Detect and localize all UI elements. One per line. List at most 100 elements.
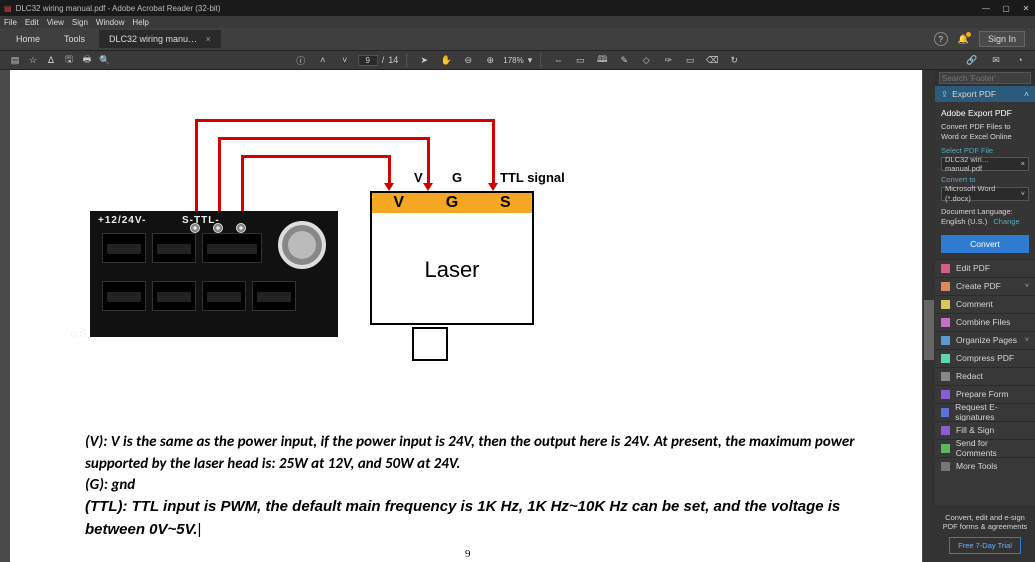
free-trial-button[interactable]: Free 7-Day Trial (949, 537, 1021, 554)
laser-port-box (412, 327, 448, 361)
page-sep: / (382, 55, 385, 65)
window-title: DLC32 wiring manual.pdf - Adobe Acrobat … (16, 4, 221, 13)
pdf-file-icon: ▤ (4, 4, 12, 13)
combine-files-icon (941, 318, 950, 327)
tool-prepare-form[interactable]: Prepare Form (935, 385, 1035, 403)
star-icon[interactable]: ☆ (26, 55, 40, 66)
silk-5v: G 5V (70, 323, 88, 337)
scrollbar-thumb[interactable] (924, 300, 934, 360)
menu-sign[interactable]: Sign (72, 18, 88, 27)
tool-compress[interactable]: Compress PDF (935, 349, 1035, 367)
share-link-icon[interactable]: 🔗 (965, 55, 979, 66)
titlebar: ▤ DLC32 wiring manual.pdf - Adobe Acroba… (0, 0, 1035, 16)
window-minimize-button[interactable]: — (981, 4, 991, 13)
tool-more[interactable]: More Tools (935, 457, 1035, 475)
page-down-arrow-icon[interactable]: ˅ (338, 55, 352, 65)
read-aloud-icon[interactable]: 🕮 (595, 52, 609, 68)
chevron-down-icon: ˅ (1021, 189, 1025, 199)
tool-create-pdf[interactable]: Create PDF˅ (935, 277, 1035, 295)
export-pdf-accordion-header[interactable]: ⇪ Export PDF ˄ (935, 86, 1035, 102)
selected-file-clear-icon[interactable]: × (1021, 159, 1025, 169)
tools-search-input[interactable] (939, 72, 1031, 84)
tool-organize[interactable]: Organize Pages˅ (935, 331, 1035, 349)
laser-label: Laser (372, 213, 532, 327)
attach-icon[interactable]: ↻ (727, 55, 741, 66)
tab-document[interactable]: DLC32 wiring manu… × (99, 30, 221, 48)
sign-icon[interactable]: ✑ (661, 55, 675, 66)
page-number-input[interactable]: 9 (358, 55, 378, 66)
fit-width-icon[interactable]: ⇔ (551, 55, 565, 65)
pin-v-label: V (372, 193, 425, 213)
window-close-button[interactable]: ✕ (1021, 4, 1031, 13)
share-icon[interactable]: ᐃ (44, 55, 58, 66)
print-icon[interactable]: 🖶 (80, 52, 94, 68)
chevron-up-icon: ˄ (1024, 89, 1029, 99)
tool-request-sign[interactable]: Request E-signatures (935, 403, 1035, 421)
tab-home[interactable]: Home (6, 30, 50, 48)
menu-window[interactable]: Window (96, 18, 124, 27)
fit-page-icon[interactable]: ▭ (573, 55, 587, 66)
account-icon[interactable]: ◔ (1013, 55, 1027, 66)
arrow-down-icon (423, 183, 433, 191)
silk-12-24v: +12/24V- (98, 215, 146, 226)
arrow-down-icon (384, 183, 394, 191)
menu-view[interactable]: View (47, 18, 64, 27)
export-pdf-icon: ⇪ (941, 89, 948, 100)
sign-in-button[interactable]: Sign In (979, 31, 1025, 47)
document-viewport[interactable]: V G TTL signal (0, 70, 935, 562)
annotate-icon[interactable]: ✎ (617, 55, 631, 66)
window-maximize-button[interactable]: ▢ (1001, 4, 1011, 13)
doc-paragraph-ttl: (TTL): TTL input is PWM, the default mai… (85, 496, 855, 542)
chevron-down-icon: ˅ (1025, 283, 1029, 290)
search-icon[interactable]: 🔍 (98, 55, 112, 66)
tool-redact[interactable]: Redact (935, 367, 1035, 385)
page-up-icon[interactable]: ⓘ (294, 54, 308, 67)
selected-file-box[interactable]: DLC32 wiri…manual.pdf × (941, 157, 1029, 171)
tool-edit-pdf[interactable]: Edit PDF (935, 259, 1035, 277)
doc-language-change-link[interactable]: Change (993, 217, 1019, 226)
bell-icon[interactable]: 🔔 (958, 34, 969, 45)
save-icon[interactable]: 🖫 (62, 52, 76, 68)
tab-close-button[interactable]: × (206, 34, 211, 44)
menu-edit[interactable]: Edit (25, 18, 39, 27)
comment-icon (941, 300, 950, 309)
tool-send-comments[interactable]: Send for Comments (935, 439, 1035, 457)
doc-paragraph-v: (V): V is the same as the power input, i… (85, 432, 855, 476)
help-hint-icon[interactable]: ? (934, 32, 948, 46)
vertical-scrollbar[interactable] (923, 70, 935, 562)
promo-text: Convert, edit and e-sign PDF forms & agr… (941, 513, 1029, 531)
zoom-caret-icon[interactable]: ▾ (528, 55, 533, 66)
sidebar-toggle-icon[interactable]: ▤ (8, 55, 22, 66)
highlight-icon[interactable]: ◇ (639, 55, 653, 66)
more-tools-icon (941, 462, 950, 471)
compress-pdf-icon (941, 354, 950, 363)
create-pdf-icon (941, 282, 950, 291)
tool-fill-sign[interactable]: Fill & Sign (935, 421, 1035, 439)
doc-language-value: English (U.S.) (941, 217, 987, 226)
toolbar: ▤ ☆ ᐃ 🖫 🖶 🔍 ⓘ ˄ ˅ 9 / 14 ➤ ✋ ⊖ ⊕ 178% ▾ … (0, 50, 1035, 70)
zoom-in-icon[interactable]: ⊕ (483, 55, 497, 66)
erase-icon[interactable]: ⌫ (705, 55, 719, 66)
tool-combine[interactable]: Combine Files (935, 313, 1035, 331)
page-up-arrow-icon[interactable]: ˄ (316, 55, 330, 65)
tool-comment[interactable]: Comment (935, 295, 1035, 313)
right-tools-panel: ⇪ Export PDF ˄ Adobe Export PDF Convert … (935, 70, 1035, 562)
select-tool-icon[interactable]: ➤ (417, 55, 431, 66)
stamp-icon[interactable]: ▭ (683, 55, 697, 66)
selected-file-name: DLC32 wiri…manual.pdf (945, 155, 1021, 175)
zoom-out-icon[interactable]: ⊖ (461, 55, 475, 66)
export-title: Adobe Export PDF (941, 108, 1029, 119)
hand-tool-icon[interactable]: ✋ (439, 55, 453, 66)
convert-to-select[interactable]: Microsoft Word (*.docx) ˅ (941, 187, 1029, 201)
convert-button[interactable]: Convert (941, 235, 1029, 253)
menu-help[interactable]: Help (132, 18, 148, 27)
email-icon[interactable]: ✉ (989, 55, 1003, 66)
organize-pages-icon (941, 336, 950, 345)
doc-paragraph-g: (G): gnd (85, 475, 135, 497)
zoom-value[interactable]: 178% (503, 56, 523, 65)
export-pdf-label: Export PDF (952, 89, 996, 99)
tab-tools[interactable]: Tools (54, 30, 95, 48)
toolbar-center: ⓘ ˄ ˅ 9 / 14 ➤ ✋ ⊖ ⊕ 178% ▾ ⇔ ▭ 🕮 ✎ ◇ ✑ … (292, 52, 744, 68)
menu-file[interactable]: File (4, 18, 17, 27)
edit-pdf-icon (941, 264, 950, 273)
